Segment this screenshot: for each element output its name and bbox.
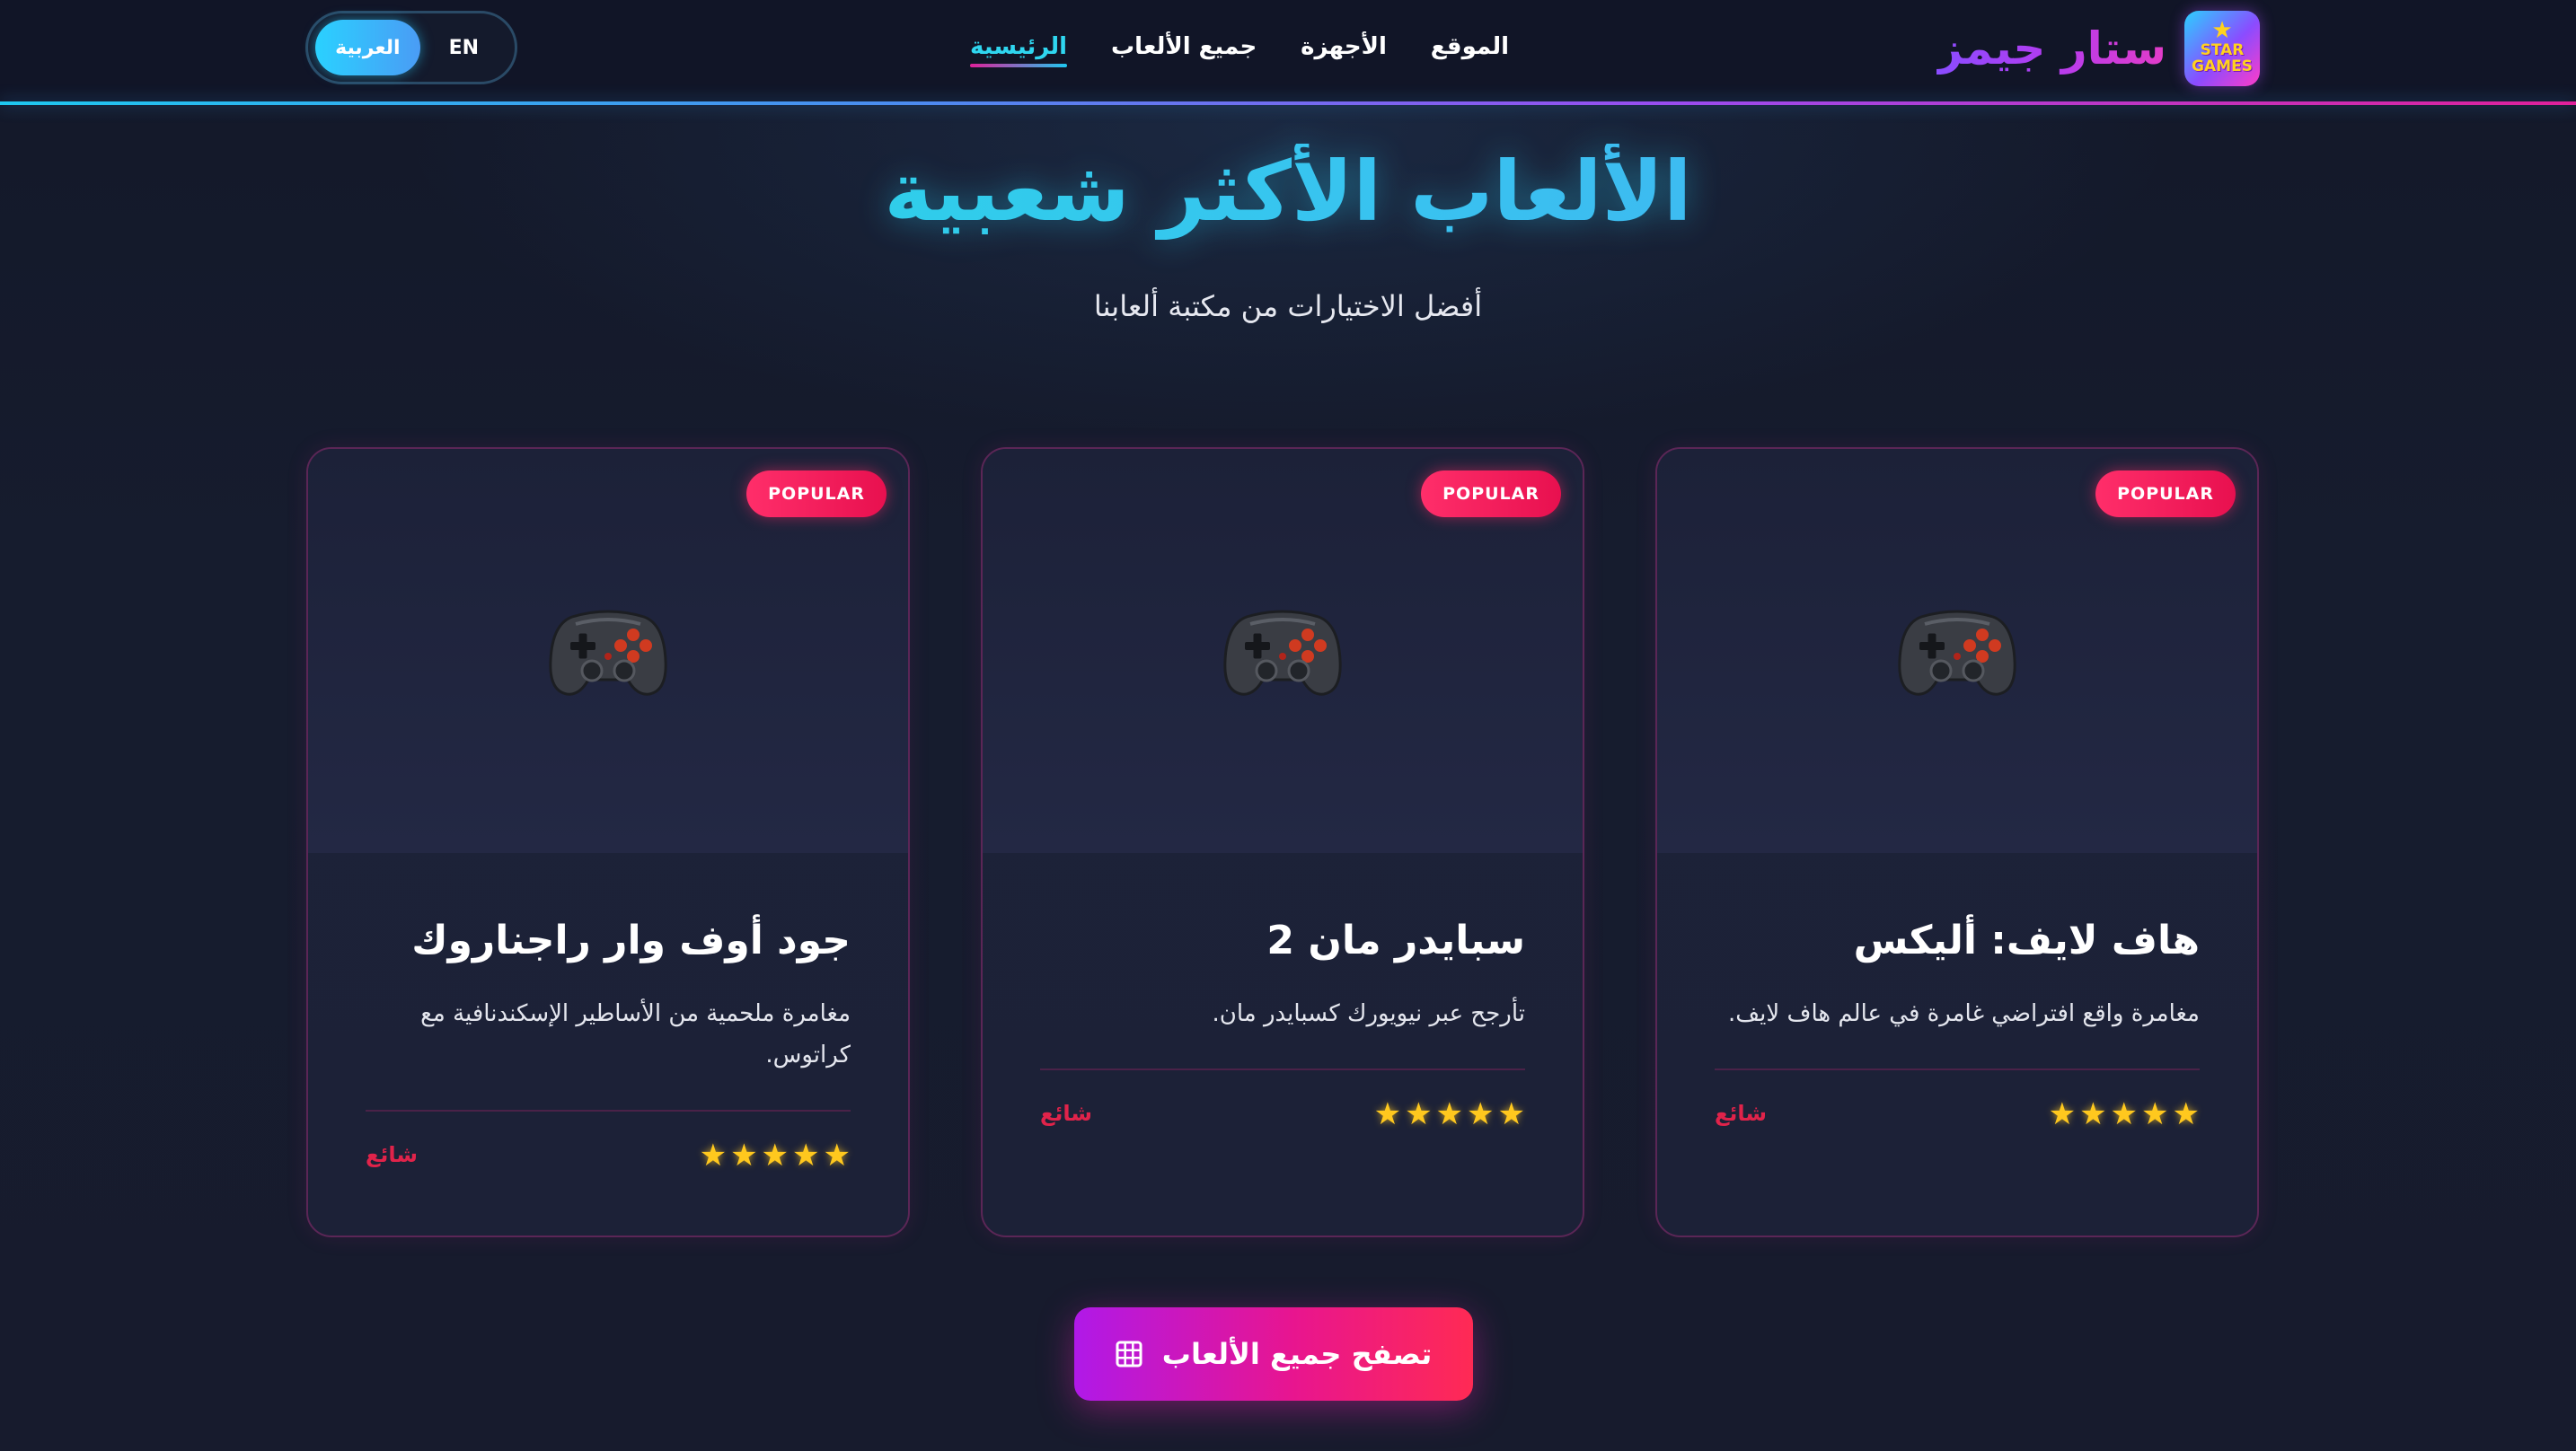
popular-badge: POPULAR (746, 470, 887, 517)
card-title: هاف لايف: أليكس (1853, 918, 2200, 963)
star-icon: ★ (823, 1138, 851, 1174)
lang-arabic-button[interactable]: العربية (315, 20, 420, 75)
star-icon: ★ (2141, 1096, 2169, 1132)
star-icon: ★ (792, 1138, 820, 1174)
lang-english-button[interactable]: EN (420, 20, 507, 75)
logo-text-line2: GAMES (2192, 57, 2253, 75)
rating-stars: ★ ★ ★ ★ ★ (700, 1140, 851, 1171)
main-nav: الرئيسية جميع الألعاب الأجهزة الموقع (970, 25, 1509, 75)
star-icon: ★ (2211, 17, 2233, 44)
game-card[interactable]: POPULAR سبايدر مان 2 تأرجح عبر نيويورك ك… (981, 447, 1584, 1237)
star-icon: ★ (1373, 1096, 1402, 1132)
status-label: شائع (1715, 1101, 1768, 1126)
page-title: الألعاب الأكثر شعبية (0, 144, 2576, 240)
gamepad-icon (1898, 610, 2016, 696)
card-description: مغامرة ملحمية من الأساطير الإسكندنافية م… (420, 1000, 851, 1068)
brand[interactable]: ★ STAR GAMES ستار جيمز (1936, 11, 2260, 86)
star-icon: ★ (1467, 1096, 1495, 1132)
star-icon: ★ (699, 1138, 728, 1174)
cta-label: تصفح جميع الألعاب (1161, 1337, 1433, 1371)
star-icon: ★ (730, 1138, 758, 1174)
brand-name: ستار جيمز (1936, 22, 2166, 75)
star-icon: ★ (761, 1138, 790, 1174)
gamepad-icon (1223, 610, 1342, 696)
card-description: مغامرة واقع افتراضي غامرة في عالم هاف لا… (1727, 1000, 2200, 1027)
language-switcher: العربية EN (305, 11, 517, 84)
popular-badge: POPULAR (2095, 470, 2236, 517)
card-description: تأرجح عبر نيويورك كسبايدر مان. (1212, 1000, 1526, 1027)
star-icon: ★ (1497, 1096, 1525, 1132)
grid-icon (1116, 1341, 1142, 1367)
card-title: سبايدر مان 2 (1266, 918, 1525, 963)
star-icon: ★ (2172, 1096, 2200, 1132)
card-divider (366, 1110, 851, 1112)
star-icon: ★ (2079, 1096, 2107, 1132)
nav-location[interactable]: الموقع (1431, 33, 1509, 67)
card-divider (1715, 1068, 2200, 1070)
rating-stars: ★ ★ ★ ★ ★ (2049, 1099, 2200, 1130)
brand-logo: ★ STAR GAMES (2184, 11, 2260, 86)
status-label: شائع (1040, 1101, 1093, 1126)
card-media: POPULAR (1657, 449, 2257, 853)
nav-all-games[interactable]: جميع الألعاب (1111, 33, 1257, 67)
popular-badge: POPULAR (1421, 470, 1561, 517)
game-card[interactable]: POPULAR هاف لايف: أليكس مغامرة واقع افتر… (1655, 447, 2259, 1237)
logo-text-line1: STAR (2200, 41, 2245, 59)
nav-devices[interactable]: الأجهزة (1301, 33, 1387, 67)
top-navbar: ★ STAR GAMES ستار جيمز الرئيسية جميع الأ… (0, 0, 2576, 102)
browse-all-games-button[interactable]: تصفح جميع الألعاب (1074, 1307, 1473, 1401)
nav-home[interactable]: الرئيسية (970, 33, 1068, 67)
page-subtitle: أفضل الاختيارات من مكتبة ألعابنا (1093, 289, 1483, 323)
star-icon: ★ (2110, 1096, 2139, 1132)
status-label: شائع (366, 1142, 419, 1167)
header-divider (0, 101, 2576, 105)
star-icon: ★ (1435, 1096, 1464, 1132)
card-media: POPULAR (983, 449, 1583, 853)
card-media: POPULAR (308, 449, 908, 853)
gamepad-icon (549, 610, 667, 696)
card-divider (1040, 1068, 1525, 1070)
star-icon: ★ (2048, 1096, 2077, 1132)
card-title: جود أوف وار راجناروك (411, 918, 851, 963)
game-card[interactable]: POPULAR جود أوف وار راجناروك مغامرة ملحم… (306, 447, 910, 1237)
star-icon: ★ (1405, 1096, 1433, 1132)
rating-stars: ★ ★ ★ ★ ★ (1374, 1099, 1525, 1130)
